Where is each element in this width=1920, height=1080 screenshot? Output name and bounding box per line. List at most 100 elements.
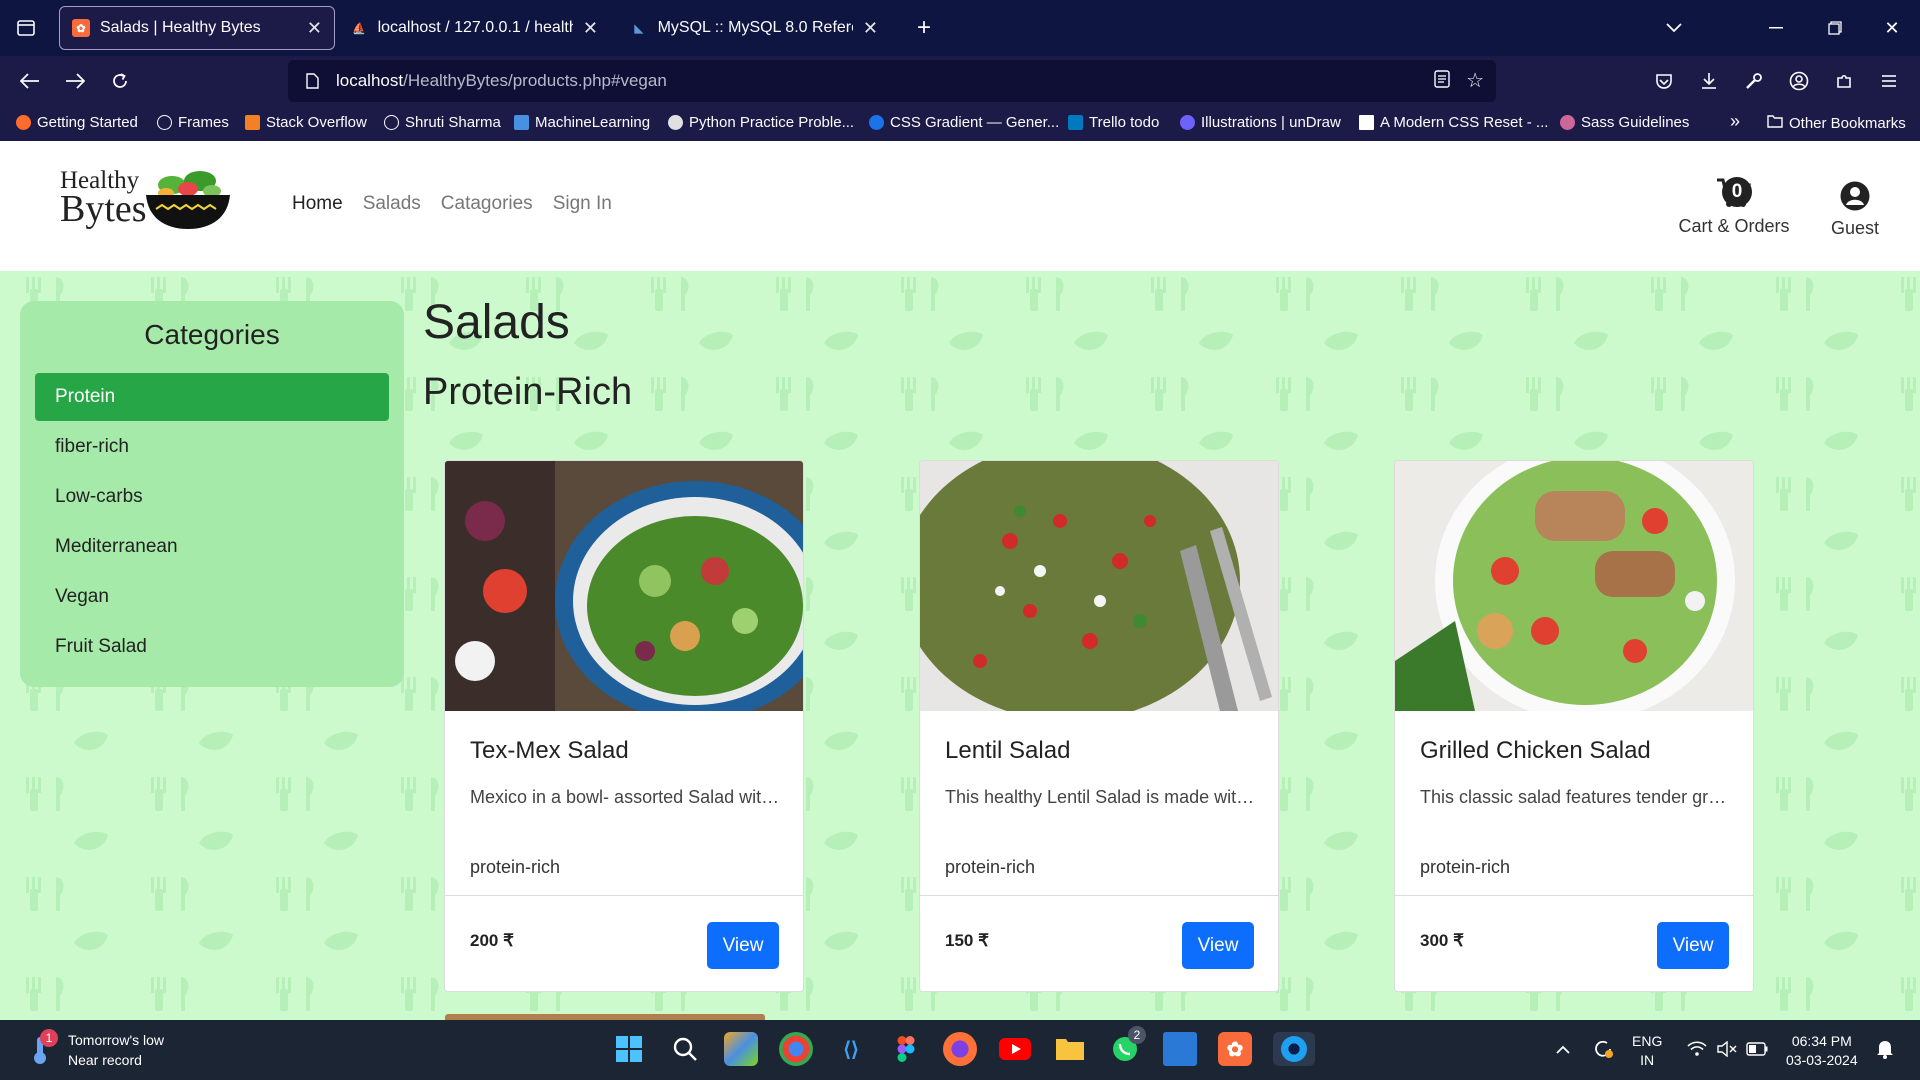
- youtube-icon[interactable]: [998, 1032, 1032, 1066]
- tab-overflow-chevron-icon[interactable]: [1660, 14, 1688, 42]
- bookmark-frames[interactable]: Frames: [157, 114, 229, 131]
- address-bar[interactable]: localhost/HealthyBytes/products.php#vega…: [288, 60, 1496, 102]
- bookmark-trello[interactable]: Trello todo: [1068, 114, 1159, 131]
- bookmark-label: Getting Started: [37, 114, 138, 131]
- view-button[interactable]: View: [1182, 922, 1254, 969]
- reader-view-icon[interactable]: [1434, 70, 1450, 93]
- site-header: Healthy Bytes Home Salads Catagories Sig…: [0, 141, 1920, 271]
- category-low-carbs[interactable]: Low-carbs: [35, 473, 389, 521]
- language-indicator[interactable]: ENG IN: [1632, 1032, 1662, 1070]
- tab-salads[interactable]: ✿ Salads | Healthy Bytes ✕: [59, 6, 335, 50]
- bookmark-sass[interactable]: Sass Guidelines: [1560, 114, 1689, 131]
- lang-line2: IN: [1640, 1052, 1655, 1068]
- copilot-icon[interactable]: [724, 1032, 758, 1066]
- notification-bell-icon[interactable]: [1868, 1032, 1902, 1066]
- forward-arrow-icon[interactable]: [61, 67, 89, 95]
- category-vegan[interactable]: Vegan: [35, 573, 389, 621]
- view-button[interactable]: View: [707, 922, 779, 969]
- close-icon[interactable]: ✕: [307, 18, 322, 39]
- nav-categories[interactable]: Catagories: [441, 193, 533, 215]
- wrench-icon[interactable]: [1740, 67, 1768, 95]
- window-close-icon[interactable]: ✕: [1878, 14, 1906, 42]
- product-card: Lentil Salad This healthy Lentil Salad i…: [919, 460, 1279, 992]
- product-description: This classic salad features tender grill…: [1420, 787, 1730, 807]
- firefox-icon[interactable]: [943, 1032, 977, 1066]
- taskbar: 1 Tomorrow's low Near record ⟨⟩ 2 ✿ ENG: [0, 1020, 1920, 1080]
- category-fruit-salad[interactable]: Fruit Salad: [35, 623, 389, 671]
- windows-start-icon[interactable]: [612, 1032, 646, 1066]
- reload-icon[interactable]: [106, 67, 134, 95]
- whatsapp-icon[interactable]: 2: [1108, 1026, 1146, 1066]
- globe-icon: [157, 115, 172, 130]
- bookmark-getting-started[interactable]: Getting Started: [16, 114, 138, 131]
- page-icon: [288, 73, 336, 89]
- new-tab-icon[interactable]: +: [910, 14, 938, 42]
- healthy-bytes-logo[interactable]: Healthy Bytes: [60, 167, 235, 237]
- product-tag: protein-rich: [470, 857, 561, 877]
- tab-phpmyadmin[interactable]: ⛵ localhost / 127.0.0.1 / healthyby ✕: [338, 6, 610, 50]
- search-icon[interactable]: [668, 1032, 702, 1066]
- tab-mysql[interactable]: ◣ MySQL :: MySQL 8.0 Reference M ✕: [618, 6, 890, 50]
- menu-icon[interactable]: [1875, 67, 1903, 95]
- product-description: This healthy Lentil Salad is made with l…: [945, 787, 1255, 807]
- bookmarks-overflow-icon[interactable]: »: [1730, 111, 1740, 132]
- tab-list-icon[interactable]: [12, 14, 40, 42]
- xampp-icon[interactable]: ✿: [1218, 1032, 1252, 1066]
- sync-icon[interactable]: [1586, 1032, 1620, 1066]
- product-price: 300 ₹: [1420, 931, 1464, 950]
- vscode-icon[interactable]: ⟨⟩: [834, 1032, 868, 1066]
- logo-line2: Bytes: [60, 188, 147, 230]
- store-icon[interactable]: [1163, 1032, 1197, 1066]
- extensions-icon[interactable]: [1830, 67, 1858, 95]
- download-icon[interactable]: [1695, 67, 1723, 95]
- view-button[interactable]: View: [1657, 922, 1729, 969]
- category-protein[interactable]: Protein: [35, 373, 389, 421]
- site-nav: Home Salads Catagories Sign In: [292, 193, 612, 215]
- product-name: Tex-Mex Salad: [470, 737, 629, 764]
- firefox-active-icon[interactable]: [1273, 1032, 1315, 1066]
- bookmark-stack-overflow[interactable]: Stack Overflow: [245, 114, 367, 131]
- product-name: Lentil Salad: [945, 737, 1071, 764]
- nav-home[interactable]: Home: [292, 193, 343, 215]
- bookmark-star-icon[interactable]: ☆: [1466, 68, 1484, 93]
- folder-icon: [1767, 114, 1783, 132]
- nav-salads[interactable]: Salads: [363, 193, 421, 215]
- account-icon[interactable]: [1785, 67, 1813, 95]
- bookmark-css-reset[interactable]: A Modern CSS Reset - ...: [1359, 114, 1548, 131]
- category-mediterranean[interactable]: Mediterranean: [35, 523, 389, 571]
- undraw-icon: [1180, 115, 1195, 130]
- tray-chevron-up-icon[interactable]: [1546, 1032, 1580, 1066]
- bookmark-css-gradient[interactable]: CSS Gradient — Gener...: [869, 114, 1059, 131]
- bookmark-undraw[interactable]: Illustrations | unDraw: [1180, 114, 1341, 131]
- minimize-icon[interactable]: [1762, 14, 1790, 42]
- nav-sign-in[interactable]: Sign In: [553, 193, 612, 215]
- clock[interactable]: 06:34 PM 03-03-2024: [1786, 1032, 1858, 1070]
- sass-icon: [1560, 115, 1575, 130]
- close-icon[interactable]: ✕: [863, 18, 878, 39]
- wifi-icon[interactable]: [1680, 1032, 1714, 1066]
- file-explorer-icon[interactable]: [1053, 1032, 1087, 1066]
- close-icon[interactable]: ✕: [583, 18, 598, 39]
- product-name: Grilled Chicken Salad: [1420, 737, 1651, 764]
- weather-alert-badge: 1: [40, 1029, 58, 1047]
- categories-sidebar: Categories Protein fiber-rich Low-carbs …: [20, 301, 404, 687]
- xampp-icon: ✿: [72, 19, 90, 37]
- chrome-icon[interactable]: [779, 1032, 813, 1066]
- other-bookmarks[interactable]: Other Bookmarks: [1767, 114, 1906, 132]
- weather-widget[interactable]: 1 Tomorrow's low Near record: [28, 1029, 165, 1070]
- battery-icon[interactable]: [1740, 1032, 1774, 1066]
- bookmark-shruti-sharma[interactable]: Shruti Sharma: [384, 114, 501, 131]
- figma-icon[interactable]: [889, 1032, 923, 1066]
- pocket-icon[interactable]: [1650, 67, 1678, 95]
- bookmark-machinelearning[interactable]: MachineLearning: [514, 114, 650, 131]
- back-arrow-icon[interactable]: [16, 67, 44, 95]
- user-icon: [1840, 181, 1870, 211]
- tab-title: localhost / 127.0.0.1 / healthyby: [377, 19, 573, 36]
- volume-muted-icon[interactable]: [1710, 1032, 1744, 1066]
- lang-line1: ENG: [1632, 1033, 1663, 1049]
- guest-user[interactable]: Guest: [1820, 181, 1890, 239]
- bookmark-python-practice[interactable]: Python Practice Proble...: [668, 114, 854, 131]
- restore-icon[interactable]: [1821, 14, 1849, 42]
- category-fiber-rich[interactable]: fiber-rich: [35, 423, 389, 471]
- weather-line1: Tomorrow's low: [68, 1032, 165, 1048]
